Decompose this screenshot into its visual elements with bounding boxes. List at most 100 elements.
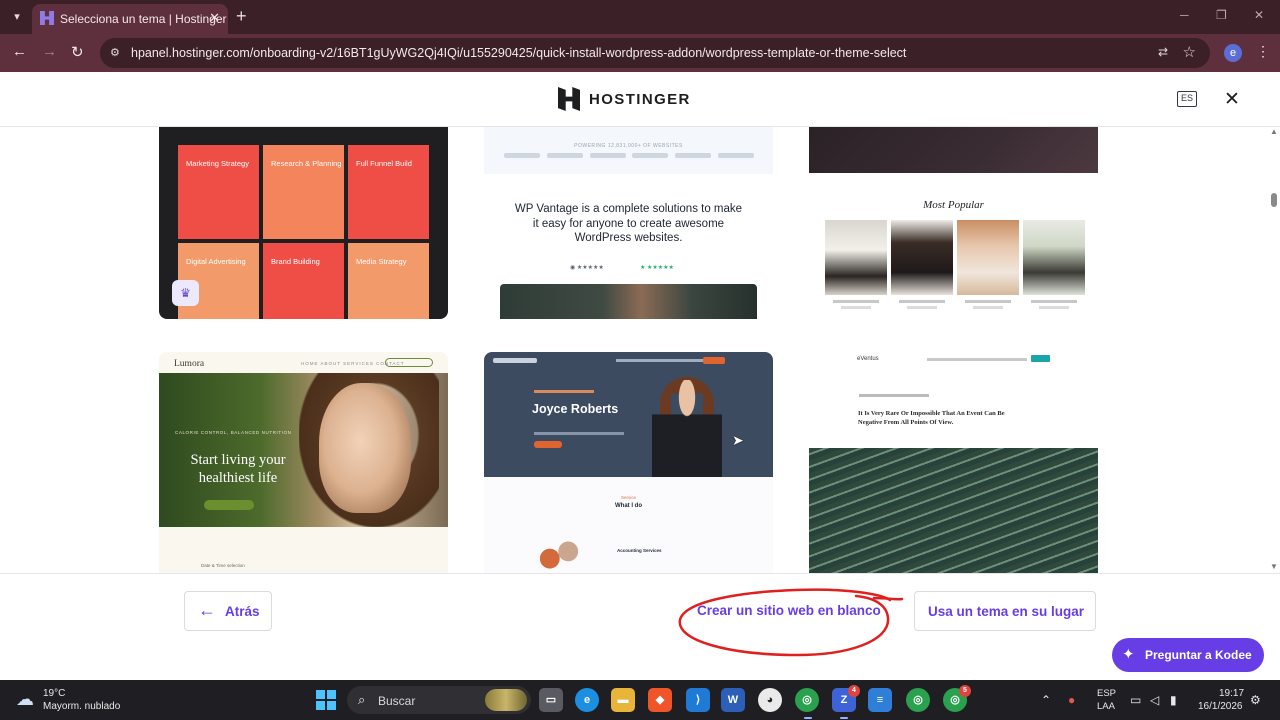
- scroll-thumb[interactable]: [1271, 193, 1277, 207]
- page-scrollbar[interactable]: ▲ ▼: [1268, 127, 1280, 573]
- panda-app-icon[interactable]: ◕: [758, 688, 782, 712]
- tile-research: Research & Planning: [263, 145, 344, 239]
- browser-menu-icon[interactable]: ⋮: [1256, 43, 1270, 60]
- use-theme-button[interactable]: Usa un tema en su lugar: [914, 591, 1096, 631]
- url-text[interactable]: hpanel.hostinger.com/onboarding-v2/16BT1…: [131, 46, 906, 60]
- joyce-hero: Joyce Roberts: [484, 352, 773, 477]
- mouse-cursor-icon: ➤: [732, 432, 744, 448]
- browser-toolbar: ← → ↻ ⚙ hpanel.hostinger.com/onboarding-…: [0, 34, 1280, 72]
- hostinger-logo-icon: [558, 87, 580, 111]
- language-switch[interactable]: ES: [1177, 91, 1197, 107]
- vscode-icon[interactable]: ⟩: [686, 688, 710, 712]
- close-onboarding-icon[interactable]: ✕: [1224, 88, 1240, 111]
- weather-temperature[interactable]: 19°C: [43, 688, 65, 699]
- reload-icon[interactable]: ↻: [71, 43, 84, 61]
- hostinger-logo: HOSTINGER: [558, 87, 691, 111]
- joyce-name: Joyce Roberts: [532, 402, 619, 416]
- edge-browser-icon[interactable]: e: [575, 688, 599, 712]
- network-icon[interactable]: ▭: [1130, 693, 1141, 707]
- word-icon[interactable]: W: [721, 688, 745, 712]
- profile-avatar[interactable]: e: [1224, 44, 1242, 62]
- tab-close-icon[interactable]: ✕: [209, 10, 220, 26]
- theme-card-eventus[interactable]: eVentus It Is Very Rare Or Impossible Th…: [809, 352, 1098, 573]
- chrome-icon[interactable]: ◎: [795, 688, 819, 712]
- minimize-icon[interactable]: ─: [1180, 8, 1189, 22]
- vantage-panel: WP Vantage is a complete solutions to ma…: [484, 174, 773, 319]
- scroll-up-icon[interactable]: ▲: [1270, 127, 1278, 136]
- tray-chevron-icon[interactable]: ⌃: [1041, 693, 1051, 707]
- translate-icon[interactable]: ⇄: [1158, 45, 1168, 59]
- eventus-nav: [927, 358, 1027, 361]
- joyce-kicker: [534, 390, 594, 393]
- back-button[interactable]: ← Atrás: [184, 591, 272, 631]
- logo-text: HOSTINGER: [589, 90, 691, 108]
- maximize-icon[interactable]: ❐: [1216, 8, 1227, 22]
- forward-arrow-icon[interactable]: →: [42, 43, 57, 60]
- tile-media: Media Strategy: [348, 243, 429, 319]
- tile-marketing: Marketing Strategy: [178, 145, 259, 239]
- joyce-portrait: [652, 380, 722, 477]
- taskbar-search[interactable]: ⌕ Buscar: [347, 686, 531, 714]
- microphone-icon[interactable]: ●: [1068, 693, 1075, 707]
- ask-kodee-button[interactable]: ✦ Preguntar a Kodee: [1112, 638, 1264, 672]
- theme-card-fashion[interactable]: Most Popular: [809, 127, 1098, 319]
- product-image: [957, 220, 1019, 309]
- joyce-services-kicker: Service: [620, 495, 636, 500]
- address-bar[interactable]: ⚙ hpanel.hostinger.com/onboarding-v2/16B…: [100, 38, 1210, 68]
- keyboard-language[interactable]: ESP: [1097, 688, 1116, 699]
- eventus-cta: [1031, 355, 1050, 362]
- chrome-profile-icon[interactable]: ◎ 5: [943, 685, 971, 712]
- client-logos: [504, 153, 754, 158]
- action-bar: ← Atrás Crear un sitio web en blanco Usa…: [0, 573, 1280, 680]
- fashion-hero-image: [809, 127, 1098, 173]
- clock-date[interactable]: 16/1/2026: [1198, 701, 1243, 712]
- tile-brand: Brand Building: [263, 243, 344, 319]
- theme-grid: Marketing Strategy Research & Planning F…: [0, 127, 1280, 573]
- new-tab-icon[interactable]: +: [236, 6, 247, 27]
- zoom-app-icon[interactable]: Z4: [832, 685, 860, 712]
- lumora-hero-button: [204, 500, 254, 510]
- lumora-brand: Lumora: [174, 359, 205, 369]
- lumora-heading: Start living your healthiest life: [190, 452, 286, 486]
- theme-card-joyce-roberts[interactable]: Joyce Roberts Service What I do Accounti…: [484, 352, 773, 573]
- joyce-service-item: Accounting Services: [617, 548, 662, 553]
- create-blank-site-button[interactable]: Crear un sitio web en blanco: [683, 591, 891, 631]
- notification-badge: 5: [959, 685, 971, 697]
- lumora-hero: CALORIE CONTROL, BALANCED NUTRITION Star…: [159, 373, 448, 527]
- product-image: [1023, 220, 1085, 309]
- joyce-services-title: What I do: [615, 503, 642, 509]
- search-icon: ⌕: [358, 692, 366, 707]
- clock-time[interactable]: 19:17: [1219, 688, 1244, 699]
- joyce-logo: [493, 358, 537, 363]
- chrome-profile-icon[interactable]: ◎: [906, 688, 930, 712]
- product-image: [825, 220, 887, 309]
- windows-start-icon[interactable]: [316, 690, 336, 710]
- notepad-icon[interactable]: ≡: [868, 688, 892, 712]
- keyboard-layout[interactable]: LAA: [1097, 701, 1115, 712]
- bookmark-star-icon[interactable]: ☆: [1183, 43, 1196, 61]
- theme-card-wp-vantage[interactable]: POWERING 12,831,000+ OF WEBSITES WP Vant…: [484, 127, 773, 319]
- notifications-icon[interactable]: ⚙: [1250, 693, 1261, 707]
- site-info-icon[interactable]: ⚙: [110, 46, 120, 59]
- tile-label: Marketing Strategy: [186, 159, 249, 168]
- battery-icon[interactable]: ▮: [1170, 693, 1177, 707]
- weather-description[interactable]: Mayorm. nublado: [43, 701, 120, 712]
- joyce-subtext: [534, 432, 624, 435]
- tab-search-dropdown-icon[interactable]: ▾: [8, 8, 26, 26]
- weather-cloud-icon[interactable]: ☁: [16, 689, 34, 710]
- back-arrow-icon[interactable]: ←: [12, 43, 27, 60]
- volume-icon[interactable]: ◁: [1150, 693, 1159, 707]
- task-view-icon[interactable]: ▭: [539, 688, 563, 712]
- eventus-heading: It Is Very Rare Or Impossible That An Ev…: [858, 410, 1005, 426]
- tab-hostinger[interactable]: Selecciona un tema | Hostinger ✕: [32, 4, 228, 34]
- scroll-down-icon[interactable]: ▼: [1270, 562, 1278, 571]
- theme-card-lumora[interactable]: Lumora HOME ABOUT SERVICES CONTACT CALOR…: [159, 352, 448, 573]
- window-close-icon[interactable]: ✕: [1254, 8, 1264, 22]
- create-blank-site-label: Crear un sitio web en blanco: [697, 603, 881, 618]
- hero-face: [319, 383, 411, 513]
- active-app-indicator: [840, 717, 848, 719]
- brave-browser-icon[interactable]: ◆: [648, 688, 672, 712]
- product-image: [891, 220, 953, 309]
- file-explorer-icon[interactable]: ▬: [611, 688, 635, 712]
- theme-card-agency[interactable]: Marketing Strategy Research & Planning F…: [159, 127, 448, 319]
